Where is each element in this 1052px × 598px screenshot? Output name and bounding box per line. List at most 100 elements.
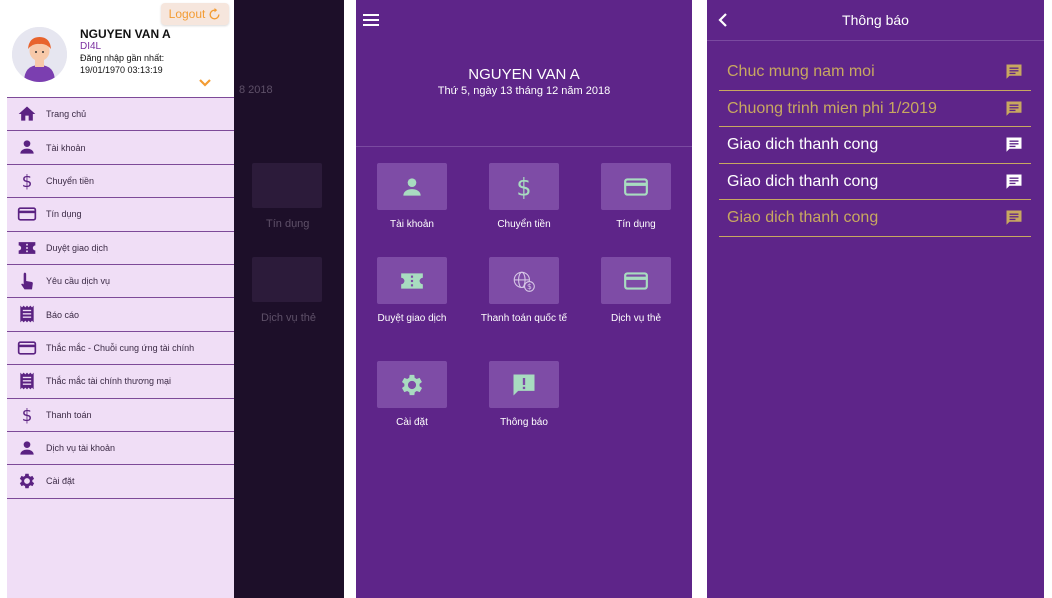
menu-item-thanh-toan[interactable]: $ Thanh toán (7, 399, 234, 432)
tile-label: Duyệt giao dịch (377, 313, 447, 324)
svg-text:$: $ (22, 405, 33, 424)
menu-item-label: Dịch vụ tài khoản (46, 443, 116, 454)
gear-icon (16, 470, 38, 492)
menu-item-yeu-cau-dich-vu[interactable]: Yêu cầu dịch vụ (7, 265, 234, 299)
tile-chuyen-tien[interactable]: $ (489, 163, 559, 210)
menu-item-label: Chuyển tiền (46, 175, 95, 186)
background-tile-label: Dịch vụ thẻ (261, 312, 317, 324)
tile-tin-dung[interactable] (601, 163, 671, 210)
menu-item-bao-cao[interactable]: Báo cáo (7, 298, 234, 332)
tile-label: Dịch vụ thẻ (610, 313, 662, 324)
background-tile (252, 163, 322, 208)
last-login-label: Đăng nhập gần nhất: (80, 53, 165, 63)
message-icon (1006, 101, 1022, 116)
menu-item-thac-mac-chuoi-cung-ung[interactable]: Thắc mắc - Chuỗi cung ứng tài chính (7, 332, 234, 366)
avatar[interactable] (12, 27, 67, 82)
tile-thong-bao[interactable] (489, 361, 559, 408)
touch-icon (16, 270, 38, 292)
refresh-icon (209, 7, 220, 20)
user-name: NGUYEN VAN A (468, 66, 580, 83)
menu-item-label: Thắc mắc tài chính thương mại (46, 376, 171, 387)
ticket-icon (401, 272, 423, 289)
home-icon (16, 103, 38, 125)
message-icon (1006, 174, 1022, 189)
globe-dollar-icon: $ (513, 271, 535, 292)
tile-tai-khoan[interactable] (377, 163, 447, 210)
notification-item[interactable]: Giao dich thanh cong (719, 200, 1031, 237)
menu-item-chuyen-tien[interactable]: $ Chuyển tiền (7, 165, 234, 199)
menu-item-label: Báo cáo (46, 309, 80, 320)
tile-thanh-toan-quoc-te[interactable]: $ (489, 257, 559, 304)
notifications-screen: Thông báo Chuc mung nam moi Chuong trinh… (707, 0, 1044, 598)
tile-duyet-giao-dich[interactable] (377, 257, 447, 304)
message-icon (1006, 210, 1022, 225)
drawer-header: NGUYEN VAN A DI4L Đăng nhập gần nhất: 19… (7, 0, 234, 97)
menu-item-thac-mac-thuong-mai[interactable]: Thắc mắc tài chính thương mại (7, 365, 234, 399)
receipt-icon (16, 303, 38, 325)
person-icon (403, 177, 421, 196)
notification-text: Giao dich thanh cong (727, 172, 879, 190)
dollar-icon: $ (516, 174, 531, 200)
card-icon (624, 177, 648, 196)
dollar-icon: $ (16, 170, 38, 192)
tile-label: Chuyển tiền (497, 219, 551, 230)
person-icon (16, 136, 38, 158)
logout-label: Logout (168, 7, 206, 21)
menu-item-label: Tín dụng (46, 209, 82, 220)
tile-dich-vu-the[interactable] (601, 257, 671, 304)
message-icon (1006, 137, 1022, 152)
menu-item-tin-dung[interactable]: Tín dụng (7, 198, 234, 232)
menu-item-label: Thắc mắc - Chuỗi cung ứng tài chính (46, 342, 195, 353)
notification-text: Chuc mung nam moi (727, 63, 875, 80)
notification-item[interactable]: Giao dich thanh cong (719, 127, 1031, 164)
menu-item-label: Duyệt giao dịch (46, 242, 109, 253)
navigation-drawer: NGUYEN VAN A DI4L Đăng nhập gần nhất: 19… (7, 0, 234, 598)
menu-item-label: Cài đặt (46, 476, 75, 487)
home-screen: NGUYEN VAN A Thứ 5, ngày 13 tháng 12 năm… (356, 0, 692, 598)
divider (707, 40, 1044, 41)
menu-item-duyet-giao-dich[interactable]: Duyệt giao dịch (7, 232, 234, 265)
card-icon (16, 203, 38, 225)
menu-item-tai-khoan[interactable]: Tài khoản (7, 131, 234, 165)
tile-label: Tín dụng (616, 219, 656, 230)
menu-item-dich-vu-tai-khoan[interactable]: Dịch vụ tài khoản (7, 432, 234, 466)
divider (356, 146, 692, 147)
notification-item[interactable]: Giao dich thanh cong (719, 164, 1031, 200)
menu-item-label: Thanh toán (46, 409, 92, 420)
last-login-value: 19/01/1970 03:13:19 (80, 65, 163, 75)
svg-text:$: $ (527, 282, 532, 291)
user-code: DI4L (80, 41, 102, 52)
notification-item[interactable]: Chuc mung nam moi (719, 54, 1031, 91)
background-tile (252, 257, 322, 302)
drawer-menu: Trang chủ Tài khoản $ Chuyển tiền Tín dụ… (7, 97, 234, 499)
tile-label: Tài khoản (390, 219, 434, 230)
background-tile-label: Tín dụng (266, 218, 310, 230)
menu-item-cai-dat[interactable]: Cài đặt (7, 465, 234, 499)
receipt-icon (16, 370, 38, 392)
menu-item-trang-chu[interactable]: Trang chủ (7, 98, 234, 132)
last-login: Đăng nhập gần nhất: 19/01/1970 03:13:19 (80, 52, 164, 76)
svg-text:$: $ (516, 174, 531, 200)
logout-button[interactable]: Logout (161, 3, 229, 25)
notification-item[interactable]: Chuong trinh mien phi 1/2019 (719, 91, 1031, 127)
hamburger-menu-icon[interactable] (363, 13, 379, 27)
notification-text: Giao dich thanh cong (727, 209, 879, 226)
card-icon (624, 271, 648, 290)
menu-item-label: Trang chủ (46, 109, 87, 120)
gear-icon (401, 374, 423, 395)
notification-text: Chuong trinh mien phi 1/2019 (727, 99, 937, 117)
tile-label: Thông báo (500, 417, 548, 428)
user-name: NGUYEN VAN A (80, 27, 171, 41)
chevron-down-icon[interactable] (198, 78, 212, 88)
notification-text: Giao dich thanh cong (727, 136, 879, 153)
tile-label: Cài đặt (396, 417, 428, 428)
alert-message-icon (513, 374, 535, 395)
tile-cai-dat[interactable] (377, 361, 447, 408)
svg-text:$: $ (22, 172, 33, 191)
menu-item-label: Yêu cầu dịch vụ (46, 276, 111, 287)
page-title: Thông báo (842, 12, 909, 28)
person-icon (16, 437, 38, 459)
dollar-icon: $ (16, 404, 38, 426)
card-icon (16, 337, 38, 359)
current-date: Thứ 5, ngày 13 tháng 12 năm 2018 (437, 85, 611, 97)
